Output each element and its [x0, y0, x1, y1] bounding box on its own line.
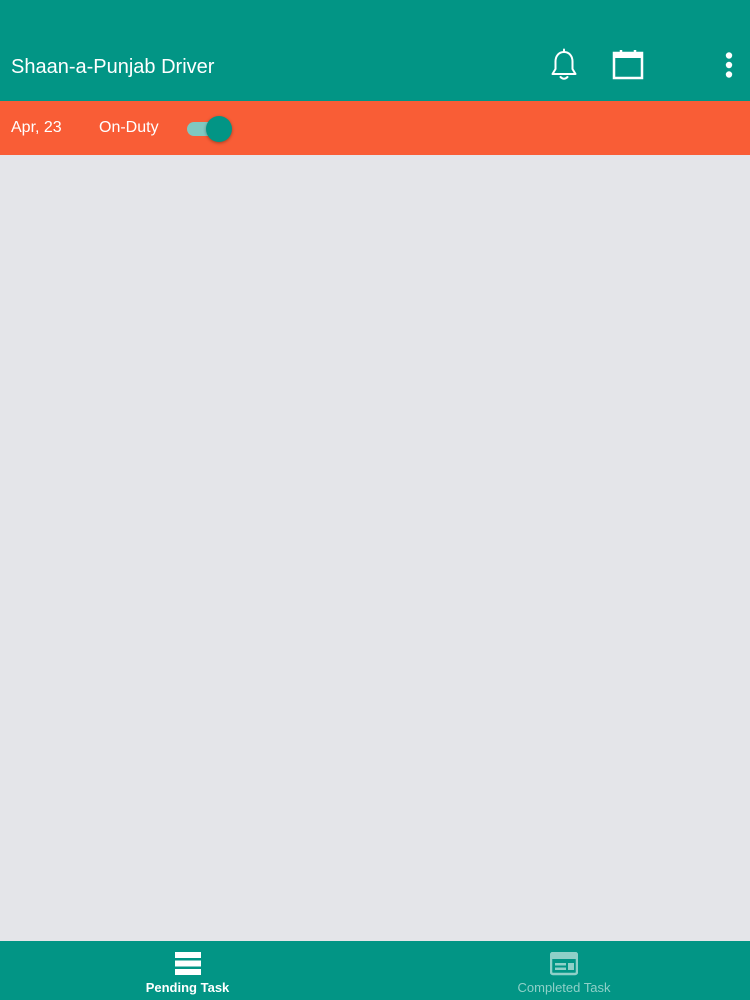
- completed-task-icon: [550, 952, 578, 976]
- pending-task-icon: [174, 952, 201, 975]
- nav-pending-task[interactable]: Pending Task: [120, 941, 255, 1000]
- bell-icon: [551, 48, 577, 80]
- bottom-navigation: Pending Task Completed Task: [0, 941, 750, 1000]
- more-vertical-icon: [725, 52, 733, 78]
- duty-toggle-thumb: [206, 116, 232, 142]
- nav-completed-task-label: Completed Task: [517, 980, 611, 995]
- duty-status-bar: Apr, 23 On-Duty: [0, 101, 750, 155]
- calendar-icon: [612, 50, 644, 80]
- task-list-area: [0, 155, 750, 941]
- notifications-button[interactable]: [544, 45, 584, 85]
- app-bar: Shaan-a-Punjab Driver: [0, 0, 750, 101]
- duty-status-label: On-Duty: [99, 119, 159, 136]
- calendar-button[interactable]: [608, 45, 648, 85]
- nav-completed-task[interactable]: Completed Task: [494, 941, 634, 1000]
- more-options-button[interactable]: [716, 45, 742, 85]
- current-date: Apr, 23: [11, 119, 62, 136]
- app-title: Shaan-a-Punjab Driver: [11, 56, 215, 78]
- duty-toggle[interactable]: [186, 114, 234, 142]
- nav-pending-task-label: Pending Task: [145, 980, 230, 995]
